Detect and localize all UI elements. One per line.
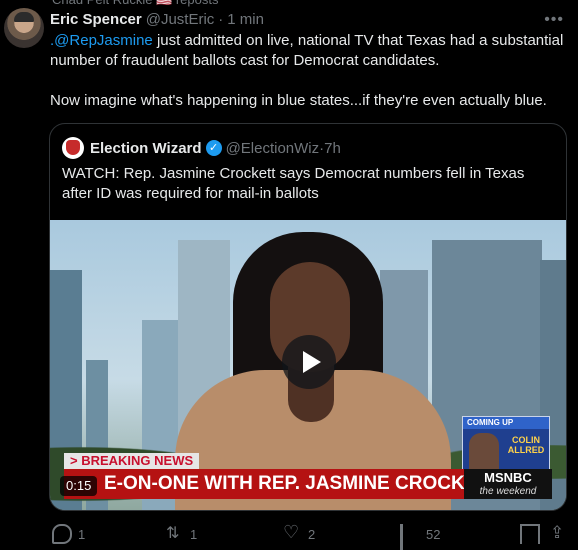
avatar-cap — [14, 12, 34, 22]
quoted-avatar[interactable] — [62, 137, 84, 159]
views-count: 52 — [426, 526, 441, 542]
retweet-banner: Chad Pelt Ruckle 🇺🇸 reposts — [52, 0, 218, 8]
like-count: 2 — [308, 526, 316, 542]
share-icon — [548, 523, 568, 544]
lower-third-banner: E-ON-ONE WITH REP. JASMINE CROCKETT — [64, 469, 464, 499]
views-icon — [400, 524, 420, 550]
share-button[interactable] — [548, 523, 574, 545]
mention-link[interactable]: .@RepJasmine — [50, 32, 153, 49]
heart-icon — [282, 522, 302, 544]
author-handle[interactable]: @JustEric — [146, 11, 215, 28]
tweet-text: .@RepJasmine just admitted on live, nati… — [50, 31, 570, 111]
more-icon[interactable]: ••• — [544, 11, 564, 29]
quoted-time[interactable]: 7h — [324, 140, 341, 157]
quoted-text: WATCH: Rep. Jasmine Crockett says Democr… — [62, 165, 525, 202]
tweet-header: Eric Spencer @JustEric · 1 min — [50, 9, 264, 29]
breaking-news-tag: > BREAKING NEWS — [64, 453, 200, 469]
views-button[interactable]: 52 — [400, 523, 441, 550]
reply-count: 1 — [78, 526, 86, 542]
action-bar: 1 1 2 52 — [50, 522, 570, 550]
coming-up-name: COLIN ALLRED — [507, 435, 545, 455]
views-bar — [400, 530, 403, 544]
guest-photo — [469, 433, 499, 471]
quoted-author-name[interactable]: Election Wizard — [90, 140, 202, 157]
like-button[interactable]: 2 — [282, 522, 316, 545]
repost-count: 1 — [190, 526, 198, 542]
tweet-time[interactable]: 1 min — [227, 11, 264, 28]
meta-separator: · — [218, 10, 224, 28]
play-icon[interactable] — [282, 335, 336, 389]
quoted-header: Election Wizard ✓ @ElectionWiz · 7h — [62, 137, 341, 159]
network-show: the weekend — [479, 486, 537, 497]
video-timestamp: 0:15 — [60, 476, 98, 496]
tweet-paragraph-2: Now imagine what's happening in blue sta… — [50, 92, 547, 109]
views-bar — [400, 544, 403, 550]
video-player[interactable]: COMING UP COLIN ALLRED > BREAKING NEWS E… — [50, 220, 566, 510]
quoted-tweet[interactable]: Election Wizard ✓ @ElectionWiz · 7h WATC… — [49, 123, 567, 511]
bookmark-icon — [520, 524, 540, 546]
reply-icon — [52, 524, 72, 544]
retweet-icon — [164, 523, 184, 544]
network-name: MSNBC — [484, 470, 532, 485]
bookmark-button[interactable] — [520, 523, 546, 546]
quoted-author-handle[interactable]: @ElectionWiz — [226, 140, 320, 157]
coming-up-box: COMING UP COLIN ALLRED — [462, 416, 550, 472]
author-name[interactable]: Eric Spencer — [50, 11, 142, 28]
reply-button[interactable]: 1 — [52, 523, 85, 545]
avatar[interactable] — [4, 8, 44, 48]
tweet-paragraph-1: .@RepJasmine just admitted on live, nati… — [50, 31, 570, 71]
coming-up-label: COMING UP — [463, 417, 549, 429]
verified-badge-icon: ✓ — [205, 140, 222, 156]
network-logo: MSNBC the weekend — [464, 469, 552, 499]
repost-button[interactable]: 1 — [164, 523, 197, 545]
